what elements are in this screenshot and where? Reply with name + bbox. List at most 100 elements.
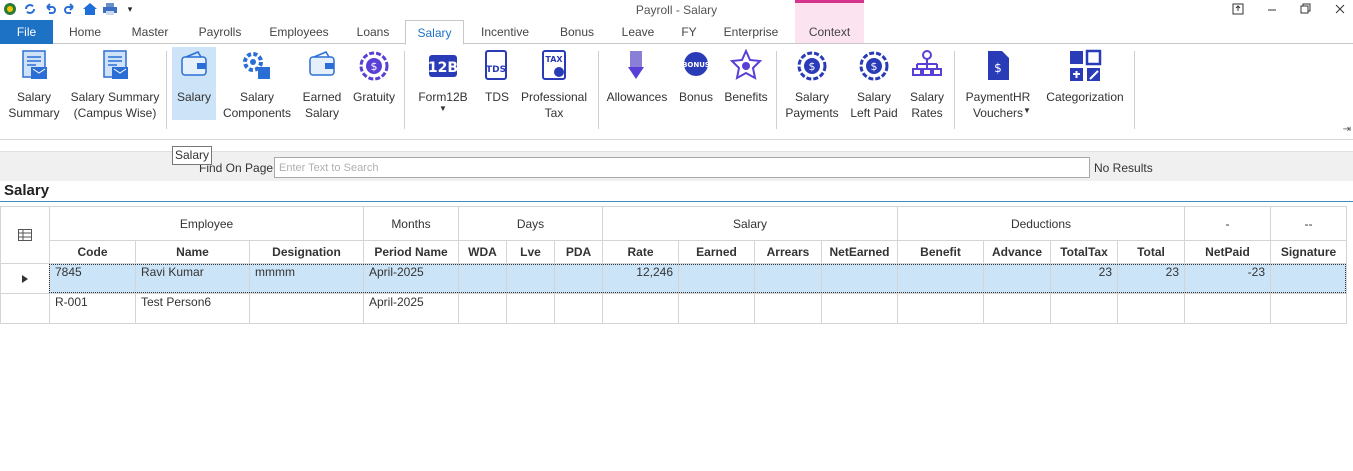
cell-earned[interactable] (679, 264, 755, 294)
cell-code[interactable]: R-001 (50, 294, 136, 324)
tab-salary[interactable]: Salary (405, 20, 464, 45)
row-indicator-icon[interactable] (0, 264, 50, 294)
col-header-designation[interactable]: Designation (250, 241, 364, 264)
form12b-label: Form12B (418, 90, 468, 104)
cell-earned[interactable] (679, 294, 755, 324)
bonus-button[interactable]: BONUS Bonus (676, 47, 716, 120)
col-header-arrears[interactable]: Arrears (755, 241, 822, 264)
col-header-netpaid[interactable]: NetPaid (1185, 241, 1271, 264)
col-header-netearned[interactable]: NetEarned (822, 241, 898, 264)
tab-payrolls[interactable]: Payrolls (190, 20, 250, 44)
tab-master[interactable]: Master (122, 20, 178, 44)
col-header-earned[interactable]: Earned (679, 241, 755, 264)
cell-netearned[interactable] (822, 294, 898, 324)
tab-context[interactable]: Context (796, 20, 863, 44)
cell-designation[interactable] (250, 294, 364, 324)
cell-signature[interactable] (1271, 294, 1347, 324)
cell-code[interactable]: 7845 (50, 264, 136, 294)
search-input[interactable] (274, 157, 1090, 178)
col-header-period-name[interactable]: Period Name (364, 241, 459, 264)
salary-rates-button[interactable]: Salary Rates (906, 47, 948, 120)
tab-home[interactable]: Home (60, 20, 110, 44)
cell-pda[interactable] (555, 294, 603, 324)
ribbon-separator (1134, 51, 1135, 129)
tab-leave[interactable]: Leave (614, 20, 662, 44)
col-header-rate[interactable]: Rate (603, 241, 679, 264)
cell-totaltax[interactable]: 23 (1051, 264, 1118, 294)
cell-total[interactable]: 23 (1118, 264, 1185, 294)
title-bar: ▾ Payroll - Salary (0, 0, 1353, 20)
col-header-name[interactable]: Name (136, 241, 250, 264)
cell-period-name[interactable]: April-2025 (364, 294, 459, 324)
cell-wda[interactable] (459, 294, 507, 324)
cell-benefit[interactable] (898, 294, 984, 324)
salary-button[interactable]: Salary (172, 47, 216, 120)
cell-period-name[interactable]: April-2025 (364, 264, 459, 294)
professional-tax-button[interactable]: TAX Professional Tax (520, 47, 588, 120)
cell-advance[interactable] (984, 294, 1051, 324)
cell-name[interactable]: Ravi Kumar (136, 264, 250, 294)
tab-incentive[interactable]: Incentive (472, 20, 538, 44)
voucher-document-icon: $ (981, 49, 1015, 83)
benefits-button[interactable]: Benefits (722, 47, 770, 120)
salary-left-paid-button[interactable]: $ Salary Left Paid (848, 47, 900, 120)
restore-ribbon-icon[interactable] (1229, 1, 1247, 17)
col-header-totaltax[interactable]: TotalTax (1051, 241, 1118, 264)
cell-designation[interactable]: mmmm (250, 264, 364, 294)
cell-benefit[interactable] (898, 264, 984, 294)
cell-arrears[interactable] (755, 264, 822, 294)
cell-netearned[interactable] (822, 264, 898, 294)
col-header-lve[interactable]: Lve (507, 241, 555, 264)
cell-netpaid[interactable]: -23 (1185, 264, 1271, 294)
cell-lve[interactable] (507, 294, 555, 324)
close-icon[interactable] (1331, 1, 1349, 17)
cell-rate[interactable]: 12,246 (603, 264, 679, 294)
tds-button[interactable]: TDS TDS (478, 47, 516, 120)
tab-loans[interactable]: Loans (348, 20, 398, 44)
tab-employees[interactable]: Employees (262, 20, 336, 44)
tab-fy[interactable]: FY (672, 20, 706, 44)
paymenthr-vouchers-button[interactable]: $ PaymentHR Vouchers ▼ (962, 47, 1034, 120)
ribbon-separator (404, 51, 405, 129)
pin-ribbon-icon[interactable]: ⇥ (1343, 124, 1351, 135)
cell-name[interactable]: Test Person6 (136, 294, 250, 324)
band-signature-group: -- (1271, 206, 1347, 241)
tab-enterprise[interactable]: Enterprise (716, 20, 786, 44)
salary-summary-campus-button[interactable]: Salary Summary (Campus Wise) (70, 47, 160, 120)
col-header-benefit[interactable]: Benefit (898, 241, 984, 264)
cell-arrears[interactable] (755, 294, 822, 324)
context-accent-bar (795, 0, 864, 3)
cell-advance[interactable] (984, 264, 1051, 294)
cell-lve[interactable] (507, 264, 555, 294)
tab-file[interactable]: File (0, 20, 53, 44)
cell-pda[interactable] (555, 264, 603, 294)
cell-total[interactable] (1118, 294, 1185, 324)
cell-wda[interactable] (459, 264, 507, 294)
svg-text:TDS: TDS (486, 65, 506, 75)
salary-components-label: Salary Components (222, 90, 292, 120)
categorization-button[interactable]: Categorization (1044, 47, 1126, 120)
minimize-icon[interactable] (1263, 1, 1281, 17)
form12b-button[interactable]: 12B Form12B ▼ (414, 47, 472, 120)
salary-summary-button[interactable]: Salary Summary (4, 47, 64, 120)
row-indicator[interactable] (0, 294, 50, 324)
col-header-advance[interactable]: Advance (984, 241, 1051, 264)
restore-icon[interactable] (1297, 1, 1315, 17)
salary-components-button[interactable]: Salary Components (222, 47, 292, 120)
col-header-signature[interactable]: Signature (1271, 241, 1347, 264)
cell-signature[interactable] (1271, 264, 1347, 294)
col-header-wda[interactable]: WDA (459, 241, 507, 264)
col-header-code[interactable]: Code (50, 241, 136, 264)
allowances-button[interactable]: Allowances (606, 47, 668, 120)
cell-rate[interactable] (603, 294, 679, 324)
cell-totaltax[interactable] (1051, 294, 1118, 324)
col-header-total[interactable]: Total (1118, 241, 1185, 264)
col-header-pda[interactable]: PDA (555, 241, 603, 264)
salary-payments-button[interactable]: $ Salary Payments (784, 47, 840, 120)
column-chooser-icon[interactable] (0, 206, 50, 264)
gratuity-button[interactable]: $ Gratuity (350, 47, 398, 120)
earned-salary-button[interactable]: Earned Salary (298, 47, 346, 120)
tab-bonus[interactable]: Bonus (550, 20, 604, 44)
cell-netpaid[interactable] (1185, 294, 1271, 324)
money-gear-icon: $ (857, 49, 891, 83)
